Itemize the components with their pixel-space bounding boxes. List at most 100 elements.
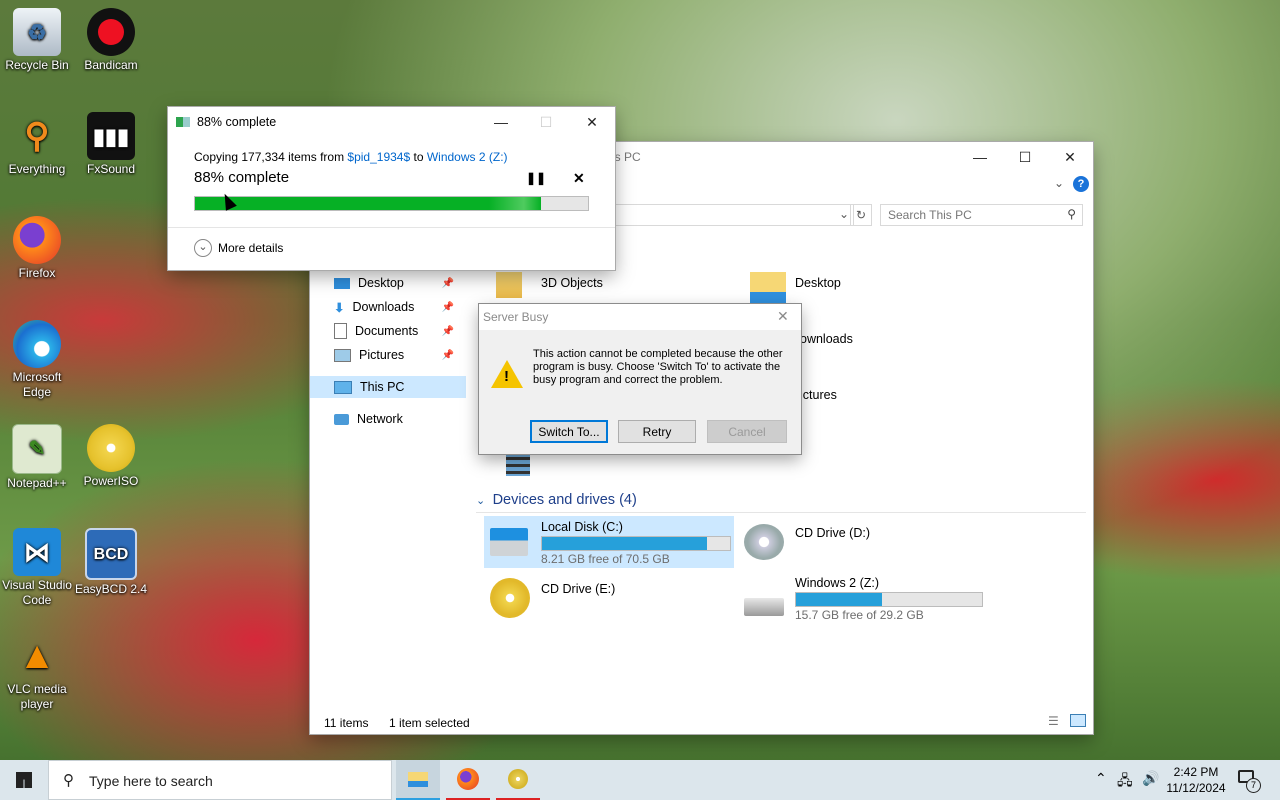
drive-c-usage-bar bbox=[541, 536, 731, 551]
explorer-maximize-button[interactable]: ☐ bbox=[1002, 142, 1048, 172]
copy-titlebar: 88% complete — ☐ ✕ bbox=[168, 107, 615, 137]
desktop-icon-label: Everything bbox=[8, 162, 66, 176]
taskbar-firefox[interactable] bbox=[446, 760, 490, 800]
pin-icon[interactable]: 📌 bbox=[442, 278, 454, 289]
nav-item-label: Network bbox=[357, 412, 403, 426]
drive-free-space: 8.21 GB free of 70.5 GB bbox=[541, 552, 670, 566]
explorer-minimize-button[interactable]: — bbox=[957, 142, 1003, 172]
copy-progress-bar bbox=[194, 196, 589, 211]
folder-label: 3D Objects bbox=[541, 276, 603, 290]
desktop-icon-vscode[interactable]: ⋈ Visual Studio Code bbox=[0, 528, 77, 608]
refresh-button[interactable]: ↻ bbox=[850, 204, 872, 226]
nav-item-this-pc[interactable]: This PC bbox=[310, 376, 466, 398]
taskbar-search-box[interactable]: ⚲ Type here to search bbox=[48, 760, 392, 800]
desktop-icon-label: Firefox bbox=[18, 266, 56, 280]
3d-objects-folder-icon bbox=[496, 272, 522, 298]
nav-item-label: Downloads bbox=[352, 300, 415, 314]
desktop-icon-edge[interactable]: Microsoft Edge bbox=[0, 320, 77, 400]
taskbar-poweriso[interactable] bbox=[496, 760, 540, 800]
copy-to-text: to bbox=[410, 150, 427, 164]
source-link[interactable]: $pid_1934$ bbox=[347, 150, 410, 164]
desktop-icon-bandicam[interactable]: Bandicam bbox=[71, 8, 151, 73]
documents-icon bbox=[334, 323, 347, 339]
address-bar[interactable]: ⌄ bbox=[615, 204, 854, 226]
large-icons-view-icon[interactable] bbox=[1070, 714, 1086, 727]
nav-item-documents[interactable]: Documents 📌 bbox=[334, 320, 464, 342]
server-busy-titlebar: Server Busy ✕ bbox=[479, 304, 801, 330]
copy-close-button[interactable]: ✕ bbox=[569, 107, 615, 137]
taskbar-file-explorer[interactable] bbox=[396, 760, 440, 800]
clock-date: 11/12/2024 bbox=[1166, 781, 1226, 795]
cancel-button: Cancel bbox=[707, 420, 787, 443]
desktop-icon-poweriso[interactable]: PowerISO bbox=[71, 424, 151, 489]
server-busy-title: Server Busy bbox=[483, 310, 549, 324]
switch-to-button[interactable]: Switch To... bbox=[530, 420, 608, 443]
ribbon-expand-icon[interactable]: ⌄ bbox=[1054, 176, 1064, 190]
desktop-icon-fxsound[interactable]: ▮▮▮ FxSound bbox=[71, 112, 151, 177]
nav-item-network[interactable]: Network bbox=[334, 408, 464, 430]
desktop-icon-everything[interactable]: ⚲ Everything bbox=[0, 112, 77, 177]
desktop-icon-vlc[interactable]: ▲ VLC media player bbox=[0, 632, 77, 712]
taskbar: ⚲ Type here to search ⌃ 🖧 🔊 2:42 PM 11/1… bbox=[0, 760, 1280, 800]
destination-link[interactable]: Windows 2 (Z:) bbox=[427, 150, 508, 164]
start-button[interactable] bbox=[0, 760, 48, 800]
firefox-icon bbox=[13, 216, 61, 264]
more-details-label: More details bbox=[218, 241, 284, 255]
pause-button[interactable]: ❚❚ bbox=[526, 171, 546, 185]
explorer-title: is PC bbox=[612, 150, 641, 164]
drive-d[interactable]: CD Drive (D:) bbox=[740, 516, 990, 568]
pin-icon[interactable]: 📌 bbox=[442, 326, 454, 337]
server-busy-message: This action cannot be completed because … bbox=[533, 348, 783, 386]
copy-divider bbox=[168, 227, 615, 228]
drive-name: CD Drive (D:) bbox=[795, 526, 870, 540]
retry-button[interactable]: Retry bbox=[618, 420, 696, 443]
fxsound-icon: ▮▮▮ bbox=[87, 112, 135, 160]
copy-description: Copying 177,334 items from $pid_1934$ to… bbox=[194, 150, 508, 164]
network-status-icon[interactable]: 🖧 bbox=[1117, 770, 1133, 794]
copy-prefix-text: Copying 177,334 items from bbox=[194, 150, 348, 164]
nav-item-downloads[interactable]: ⬇ Downloads 📌 bbox=[334, 296, 464, 318]
address-dropdown-icon[interactable]: ⌄ bbox=[839, 207, 849, 221]
firefox-icon bbox=[457, 768, 479, 790]
desktop-icon-label: Microsoft Edge bbox=[12, 370, 62, 399]
clock[interactable]: 2:42 PM 11/12/2024 bbox=[1166, 764, 1226, 796]
drive-name: Local Disk (C:) bbox=[541, 520, 623, 534]
pin-icon[interactable]: 📌 bbox=[442, 302, 454, 313]
more-details-toggle[interactable]: ⌄ More details bbox=[194, 239, 283, 257]
status-selection: 1 item selected bbox=[389, 716, 470, 730]
copy-maximize-button: ☐ bbox=[539, 113, 553, 130]
windows-logo-icon bbox=[16, 772, 32, 788]
desktop-icon-notepadpp[interactable]: ✎ Notepad++ bbox=[0, 424, 77, 491]
volume-icon[interactable]: 🔊 bbox=[1142, 770, 1159, 787]
desktop-icon-recycle-bin[interactable]: ♻ Recycle Bin bbox=[0, 8, 77, 73]
desktop-icon-easybcd[interactable]: BCD EasyBCD 2.4 bbox=[71, 528, 151, 597]
status-item-count: 11 items bbox=[324, 716, 369, 730]
downloads-arrow-icon: ⬇ bbox=[334, 300, 345, 315]
drive-name: CD Drive (E:) bbox=[541, 582, 616, 596]
nav-item-pictures[interactable]: Pictures 📌 bbox=[334, 344, 464, 366]
drive-z[interactable]: Windows 2 (Z:) 15.7 GB free of 29.2 GB bbox=[740, 574, 990, 626]
show-hidden-icons-chevron[interactable]: ⌃ bbox=[1095, 770, 1107, 787]
folder-downloads[interactable]: ownloads bbox=[800, 332, 950, 352]
drive-e[interactable]: CD Drive (E:) bbox=[484, 574, 734, 626]
folder-pictures[interactable]: ictures bbox=[800, 388, 950, 408]
desktop-icon-label: Visual Studio Code bbox=[2, 578, 72, 607]
bandicam-icon bbox=[87, 8, 135, 56]
copy-minimize-button[interactable]: — bbox=[478, 107, 524, 137]
nav-item-desktop[interactable]: Desktop 📌 bbox=[334, 272, 464, 294]
cancel-copy-button[interactable]: ✕ bbox=[573, 170, 585, 187]
usage-fill bbox=[542, 537, 708, 550]
drive-c[interactable]: Local Disk (C:) 8.21 GB free of 70.5 GB bbox=[484, 516, 734, 568]
help-icon[interactable]: ? bbox=[1073, 176, 1089, 192]
drive-free-space: 15.7 GB free of 29.2 GB bbox=[795, 608, 924, 622]
explorer-close-button[interactable]: ✕ bbox=[1047, 142, 1093, 172]
server-busy-close-button[interactable]: ✕ bbox=[777, 308, 789, 325]
details-view-icon[interactable]: ☰ bbox=[1048, 714, 1059, 728]
copy-percent-text: 88% complete bbox=[194, 169, 290, 186]
desktop-icon-firefox[interactable]: Firefox bbox=[0, 216, 77, 281]
devices-section-header[interactable]: ⌄ Devices and drives (4) bbox=[476, 492, 1086, 513]
folder-label: ownloads bbox=[800, 332, 853, 346]
pin-icon[interactable]: 📌 bbox=[442, 350, 454, 361]
action-center-button[interactable]: 7 bbox=[1234, 768, 1261, 793]
search-box[interactable]: Search This PC ⚲ bbox=[880, 204, 1083, 226]
